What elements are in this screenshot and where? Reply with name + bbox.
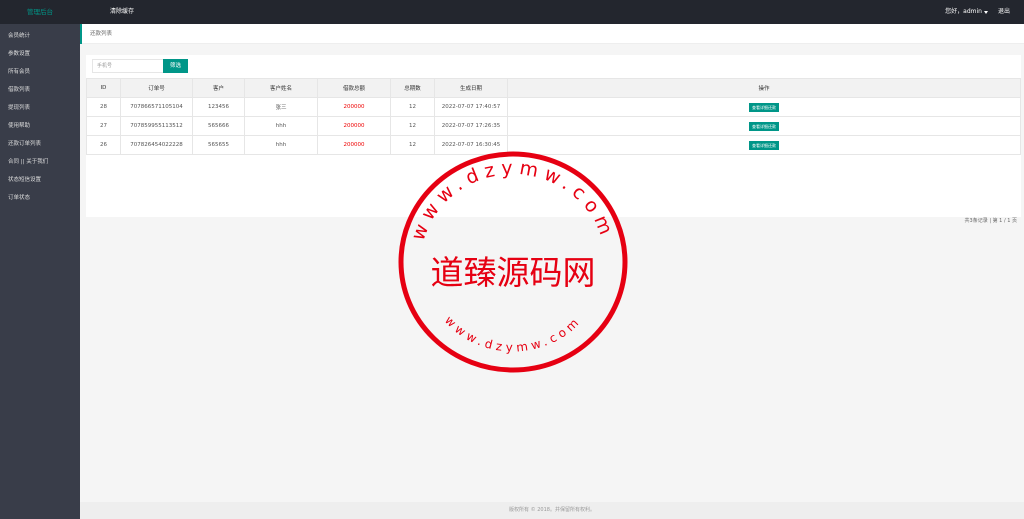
stamp-center-text: 道臻源码网 bbox=[431, 253, 596, 292]
tab-bar: 还款列表 bbox=[80, 24, 1024, 44]
sidebar: 会员统计 参数设置 所有会员 借款列表 提现列表 使用帮助 还款订单列表 合同 … bbox=[0, 24, 80, 519]
logout-link[interactable]: 退出 bbox=[998, 0, 1010, 24]
cell-customer: 123456 bbox=[192, 97, 245, 117]
col-header-order: 订单号 bbox=[120, 78, 193, 98]
cell-name: 张三 bbox=[244, 97, 318, 117]
sidebar-item-sms-settings[interactable]: 状态短信设置 bbox=[0, 171, 80, 189]
cell-name: hhh bbox=[244, 135, 318, 155]
clear-cache-link[interactable]: 清除缓存 bbox=[110, 0, 134, 24]
cell-periods: 12 bbox=[390, 97, 435, 117]
chevron-down-icon[interactable] bbox=[983, 11, 988, 14]
view-repayment-details-button[interactable]: 查看详细还款 bbox=[749, 102, 779, 112]
top-header: 管理后台 清除缓存 您好，admin 退出 bbox=[0, 0, 1024, 24]
cell-date: 2022-07-07 17:40:57 bbox=[434, 97, 508, 117]
filter-button[interactable]: 筛选 bbox=[163, 59, 188, 73]
pagination-info: 共3条记录 | 第 1 / 1 页 bbox=[964, 218, 1017, 224]
table-row: 27 707859955113512 565666 hhh 200000 12 … bbox=[86, 116, 1021, 136]
cell-action: 查看详细还款 bbox=[507, 97, 1021, 117]
app-logo[interactable]: 管理后台 bbox=[0, 0, 80, 24]
stamp-top-arc-text: www.dzymw.com bbox=[407, 157, 619, 243]
view-repayment-details-button[interactable]: 查看详细还款 bbox=[749, 121, 779, 131]
cell-name: hhh bbox=[244, 116, 318, 136]
footer-copyright: 版权所有 © 2018。并保留所有权利。 bbox=[80, 502, 1024, 519]
view-repayment-details-button[interactable]: 查看详细还款 bbox=[749, 140, 779, 150]
user-greeting[interactable]: 您好，admin bbox=[945, 0, 982, 24]
col-header-date: 生成日期 bbox=[434, 78, 508, 98]
col-header-action: 操作 bbox=[507, 78, 1021, 98]
cell-customer: 565666 bbox=[192, 116, 245, 136]
col-header-customer: 客户 bbox=[192, 78, 245, 98]
col-header-name: 客户姓名 bbox=[244, 78, 318, 98]
sidebar-item-help[interactable]: 使用帮助 bbox=[0, 117, 80, 135]
table-row: 28 7078665711051​04 123456 张三 200000 12 … bbox=[86, 97, 1021, 117]
sidebar-item-order-status[interactable]: 订单状态 bbox=[0, 189, 80, 207]
col-header-periods: 总期数 bbox=[390, 78, 435, 98]
sidebar-item-member-stats[interactable]: 会员统计 bbox=[0, 27, 80, 45]
phone-search-input[interactable]: 手机号 bbox=[92, 59, 164, 73]
cell-order: 707826454022228 bbox=[120, 135, 193, 155]
cell-action: 查看详细还款 bbox=[507, 116, 1021, 136]
cell-date: 2022-07-07 17:26:35 bbox=[434, 116, 508, 136]
header-user-area: 您好，admin 退出 bbox=[945, 0, 1010, 24]
col-header-id: ID bbox=[86, 78, 121, 98]
cell-order: 707859955113512 bbox=[120, 116, 193, 136]
sidebar-item-loans[interactable]: 借款列表 bbox=[0, 81, 80, 99]
sidebar-item-withdrawals[interactable]: 提现列表 bbox=[0, 99, 80, 117]
cell-amount: 200000 bbox=[317, 97, 391, 117]
cell-id: 28 bbox=[86, 97, 121, 117]
sidebar-item-settings[interactable]: 参数设置 bbox=[0, 45, 80, 63]
sidebar-item-contract-about[interactable]: 合同 || 关于我们 bbox=[0, 153, 80, 171]
repayment-table: ID 订单号 客户 客户姓名 借款总额 总期数 生成日期 操作 28 70786… bbox=[86, 78, 1021, 155]
cell-order: 7078665711051​04 bbox=[120, 97, 193, 117]
cell-amount: 200000 bbox=[317, 116, 391, 136]
cell-periods: 12 bbox=[390, 116, 435, 136]
cell-customer: 565655 bbox=[192, 135, 245, 155]
table-header-row: ID 订单号 客户 客户姓名 借款总额 总期数 生成日期 操作 bbox=[86, 78, 1021, 98]
cell-id: 26 bbox=[86, 135, 121, 155]
watermark-stamp: www.dzymw.com 道臻源码网 www.dzymw.com bbox=[398, 151, 628, 373]
cell-id: 27 bbox=[86, 116, 121, 136]
tab-repayment-list[interactable]: 还款列表 bbox=[80, 24, 112, 44]
cell-amount: 200000 bbox=[317, 135, 391, 155]
sidebar-item-repayments[interactable]: 还款订单列表 bbox=[0, 135, 80, 153]
stamp-bottom-arc-text: www.dzymw.com bbox=[442, 313, 584, 355]
col-header-amount: 借款总额 bbox=[317, 78, 391, 98]
sidebar-item-all-members[interactable]: 所有会员 bbox=[0, 63, 80, 81]
